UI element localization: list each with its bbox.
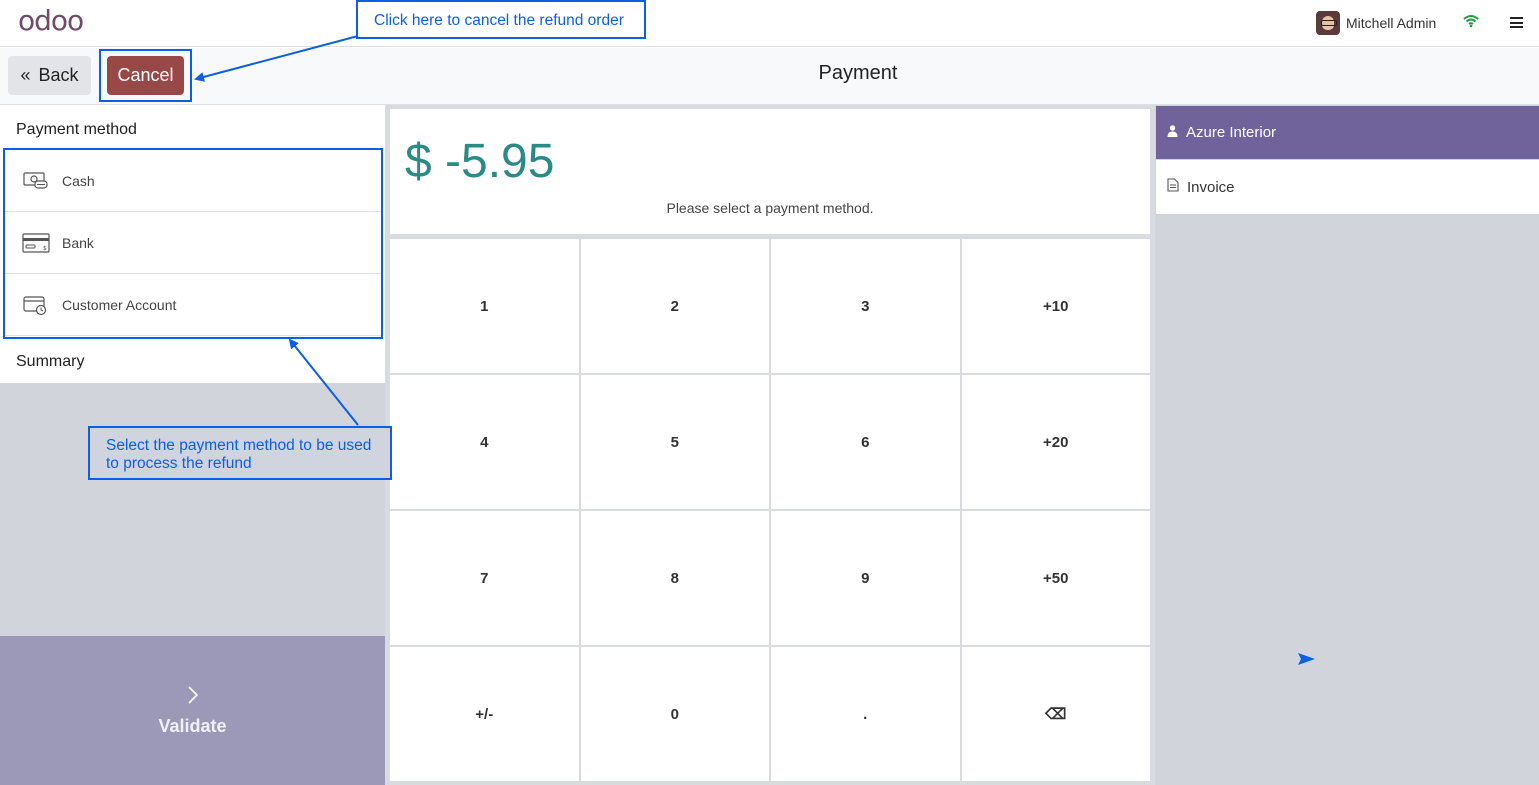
numpad-key-9[interactable]: 9 <box>771 511 960 645</box>
right-panel: Azure Interior Invoice <box>1155 105 1539 785</box>
top-bar: odoo Mitchell Admin <box>0 0 1539 47</box>
numpad-key-3[interactable]: 3 <box>771 239 960 373</box>
payment-method-highlight-box <box>3 148 383 339</box>
user-menu[interactable]: Mitchell Admin <box>1316 11 1436 35</box>
numpad-key-decimal[interactable]: . <box>771 647 960 781</box>
numpad-key-4[interactable]: 4 <box>390 375 579 509</box>
backspace-icon[interactable]: ⌫ <box>961 647 1150 781</box>
customer-name: Azure Interior <box>1186 124 1277 141</box>
numpad-key-plus-20[interactable]: +20 <box>961 375 1150 509</box>
invoice-button[interactable]: Invoice <box>1156 160 1539 214</box>
cancel-callout: Click here to cancel the refund order <box>356 0 646 39</box>
wifi-icon <box>1463 13 1479 32</box>
payment-method-title: Payment method <box>16 121 137 138</box>
cancel-highlight-box <box>99 49 192 102</box>
user-avatar-icon <box>1316 11 1340 35</box>
hamburger-menu-icon[interactable] <box>1510 17 1523 28</box>
cancel-callout-text: Click here to cancel the refund order <box>374 12 624 29</box>
back-label: Back <box>38 65 79 85</box>
user-icon <box>1167 124 1178 141</box>
numpad-key-0[interactable]: 0 <box>580 647 769 781</box>
numpad-key-5[interactable]: 5 <box>580 375 769 509</box>
method-callout-line1: Select the payment method to be used <box>106 437 372 454</box>
amount-due: $ -5.95 <box>405 135 555 188</box>
summary-title: Summary <box>16 353 85 370</box>
method-callout: Select the payment method to be used to … <box>88 426 392 480</box>
file-icon <box>1167 178 1179 196</box>
numpad-key-2[interactable]: 2 <box>580 239 769 373</box>
numpad-key-sign-toggle[interactable]: +/- <box>390 647 579 781</box>
control-bar: « Back Cancel Payment <box>0 48 1539 105</box>
customer-button[interactable]: Azure Interior <box>1156 106 1539 159</box>
double-chevron-left-icon: « <box>20 65 31 85</box>
numpad-key-plus-10[interactable]: +10 <box>961 239 1150 373</box>
amount-display: $ -5.95 Please select a payment method. <box>390 109 1150 234</box>
page-title: Payment <box>818 62 898 84</box>
payment-hint: Please select a payment method. <box>666 200 874 216</box>
back-button[interactable]: « Back <box>8 56 91 95</box>
method-callout-line2: to process the refund <box>106 455 252 472</box>
payment-center: $ -5.95 Please select a payment method. … <box>385 105 1155 785</box>
numpad-key-6[interactable]: 6 <box>771 375 960 509</box>
invoice-label: Invoice <box>1187 178 1235 196</box>
numpad: 1 2 3 +10 4 5 6 +20 7 8 9 +50 +/- 0 . ⌫ <box>390 239 1150 781</box>
numpad-key-7[interactable]: 7 <box>390 511 579 645</box>
numpad-key-plus-50[interactable]: +50 <box>961 511 1150 645</box>
validate-label: Validate <box>158 715 227 736</box>
user-name: Mitchell Admin <box>1346 15 1437 31</box>
numpad-key-1[interactable]: 1 <box>390 239 579 373</box>
odoo-logo[interactable]: odoo <box>18 4 84 37</box>
numpad-key-8[interactable]: 8 <box>580 511 769 645</box>
validate-button[interactable]: Validate <box>0 636 385 785</box>
chevron-right-icon <box>187 685 199 710</box>
